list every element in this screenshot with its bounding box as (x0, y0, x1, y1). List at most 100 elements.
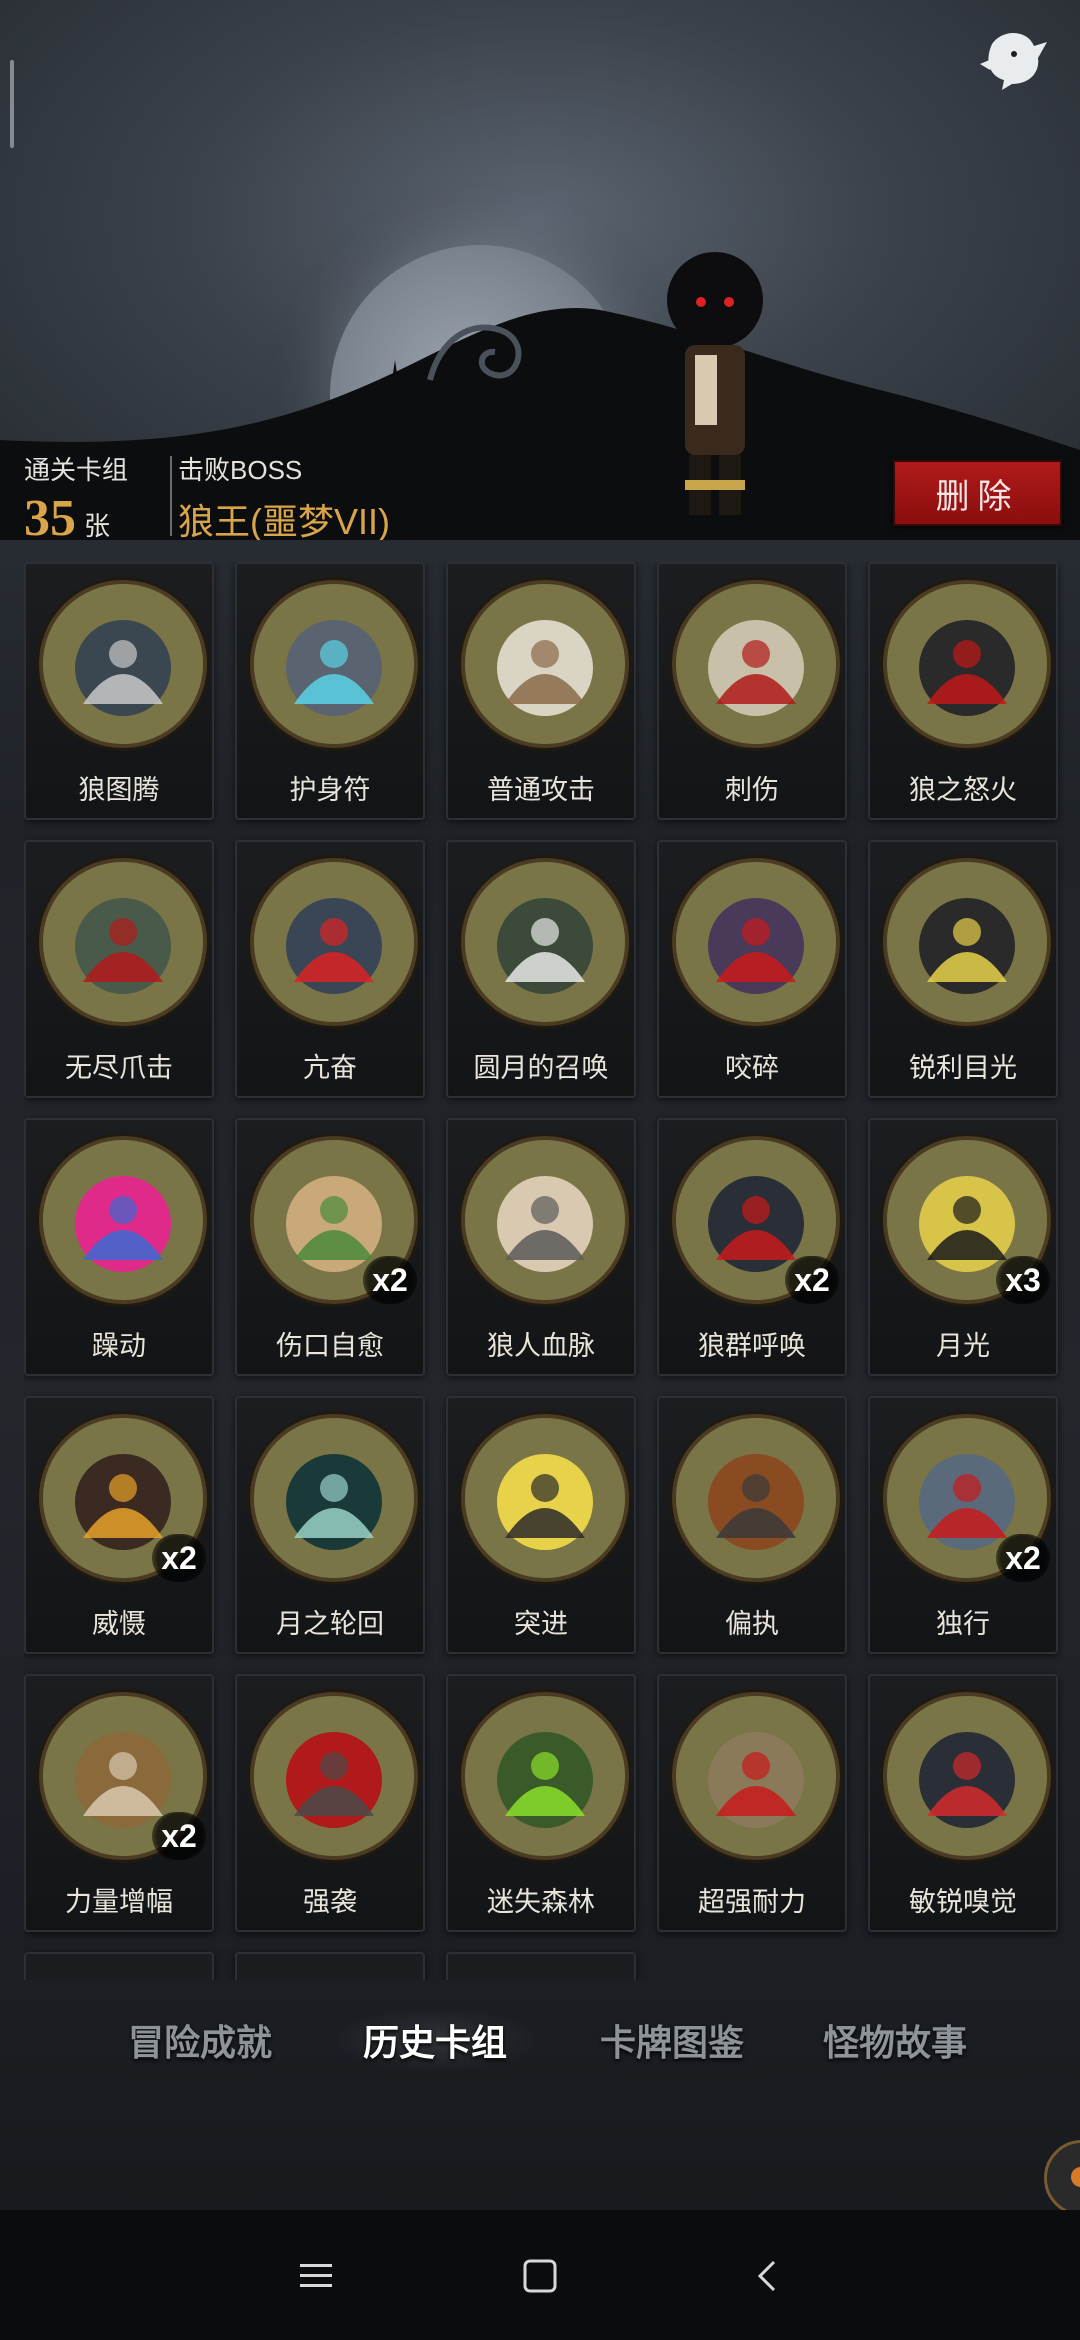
screen: 通关卡组 35 张 击败BOSS 狼王(噩梦VII) 删除 狼图腾 护身符 普通攻击… (0, 0, 1080, 2340)
card-art (672, 580, 840, 748)
card-name: 迷失森林 (487, 1887, 595, 1917)
card-item[interactable]: 迷失森林 (446, 1674, 636, 1932)
card-name: 力量增幅 (65, 1887, 173, 1917)
card-item[interactable]: 普通攻击 (446, 562, 636, 820)
card-name: 敏锐嗅觉 (909, 1887, 1017, 1917)
card-name: 亢奋 (303, 1053, 357, 1083)
card-grid: 狼图腾 护身符 普通攻击 刺伤 狼之怒火无尽爪击 亢奋 圆月的召唤 咬碎 锐利目光躁动 x2 伤口自… (24, 562, 1064, 1980)
card-item[interactable]: 狼人血脉 (446, 1118, 636, 1376)
card-name: 月光 (936, 1331, 990, 1361)
card-art (672, 1692, 840, 1860)
card-name: 威慑 (92, 1609, 146, 1639)
card-item[interactable]: 护身符 (235, 562, 425, 820)
tab-adventure-achievements[interactable]: 冒险成就 (95, 2008, 305, 2072)
card-name: 偏执 (725, 1609, 779, 1639)
defeated-boss-label: 击败BOSS (178, 455, 303, 485)
card-item[interactable]: x2 伤口自愈 (235, 1118, 425, 1376)
card-item[interactable]: x2 威慑 (24, 1396, 214, 1654)
card-art (250, 858, 418, 1026)
card-art (39, 580, 207, 748)
card-name: 狼人血脉 (487, 1331, 595, 1361)
home-icon[interactable] (512, 2248, 568, 2304)
menu-icon[interactable] (288, 2248, 344, 2304)
card-art (250, 1414, 418, 1582)
card-name: 独行 (936, 1609, 990, 1639)
card-art (461, 1692, 629, 1860)
card-art (461, 1136, 629, 1304)
card-name: 狼群呼唤 (698, 1331, 806, 1361)
card-name: 狼图腾 (78, 775, 160, 805)
card-item[interactable]: x3 月光 (868, 1118, 1058, 1376)
defeated-boss-name: 狼王(噩梦VII) (178, 501, 390, 540)
card-multiplier-badge: x2 (152, 1534, 206, 1582)
card-art (883, 580, 1051, 748)
card-item[interactable]: 圆月的召唤 (446, 840, 636, 1098)
card-art (250, 580, 418, 748)
card-item[interactable]: 超强耐力 (657, 1674, 847, 1932)
card-name: 刺伤 (725, 775, 779, 805)
delete-button[interactable]: 删除 (893, 460, 1062, 526)
tab-card-codex[interactable]: 卡牌图鉴 (567, 2008, 777, 2072)
card-item-partial[interactable] (24, 1952, 214, 1980)
clear-deck-unit: 张 (84, 511, 111, 540)
card-name: 普通攻击 (487, 775, 595, 805)
card-multiplier-badge: x3 (996, 1256, 1050, 1304)
card-item[interactable]: x2 狼群呼唤 (657, 1118, 847, 1376)
card-item[interactable]: 咬碎 (657, 840, 847, 1098)
card-art (39, 1136, 207, 1304)
tab-bar: 冒险成就 历史卡组 卡牌图鉴 怪物故事 (0, 1990, 1080, 2090)
card-item[interactable]: 亢奋 (235, 840, 425, 1098)
card-name: 月之轮回 (276, 1609, 384, 1639)
card-multiplier-badge: x2 (152, 1812, 206, 1860)
card-name: 强袭 (303, 1887, 357, 1917)
system-nav-bar (0, 2210, 1080, 2340)
card-item[interactable]: x2 独行 (868, 1396, 1058, 1654)
card-name: 伤口自愈 (276, 1331, 384, 1361)
boss-scene: 通关卡组 35 张 击败BOSS 狼王(噩梦VII) 删除 (0, 0, 1080, 540)
card-item[interactable]: 锐利目光 (868, 840, 1058, 1098)
card-art (250, 1692, 418, 1860)
tab-history-deck[interactable]: 历史卡组 (330, 2008, 540, 2072)
card-multiplier-badge: x2 (785, 1256, 839, 1304)
card-art (883, 858, 1051, 1026)
card-item[interactable]: 躁动 (24, 1118, 214, 1376)
boss-stats: 击败BOSS 狼王(噩梦VII) (178, 450, 390, 540)
card-name: 突进 (514, 1609, 568, 1639)
card-multiplier-badge: x2 (363, 1256, 417, 1304)
card-art (461, 1414, 629, 1582)
card-art (461, 858, 629, 1026)
card-name: 护身符 (289, 775, 371, 805)
card-item[interactable]: 月之轮回 (235, 1396, 425, 1654)
back-icon[interactable] (740, 2248, 796, 2304)
card-art (672, 858, 840, 1026)
tab-monster-stories[interactable]: 怪物故事 (790, 2008, 1000, 2072)
clear-deck-count: 35 (24, 490, 76, 540)
deck-stats: 通关卡组 35 张 (24, 450, 128, 540)
card-item[interactable]: 敏锐嗅觉 (868, 1674, 1058, 1932)
clear-deck-label: 通关卡组 (24, 455, 129, 485)
card-item-partial[interactable] (446, 1952, 636, 1980)
card-multiplier-badge: x2 (996, 1534, 1050, 1582)
card-item[interactable]: 刺伤 (657, 562, 847, 820)
card-art (461, 580, 629, 748)
card-item[interactable]: 突进 (446, 1396, 636, 1654)
card-art (672, 1414, 840, 1582)
hero-character (645, 240, 785, 525)
scroll-indicator (10, 60, 14, 148)
card-item[interactable]: x2 力量增幅 (24, 1674, 214, 1932)
card-item[interactable]: 狼图腾 (24, 562, 214, 820)
card-item[interactable]: 强袭 (235, 1674, 425, 1932)
card-item[interactable]: 无尽爪击 (24, 840, 214, 1098)
ghost-icon[interactable] (972, 24, 1052, 94)
card-item[interactable]: 狼之怒火 (868, 562, 1058, 820)
card-name: 躁动 (92, 1331, 146, 1361)
card-name: 无尽爪击 (65, 1053, 173, 1083)
card-art (883, 1692, 1051, 1860)
side-button-dot (1071, 2167, 1080, 2187)
card-item[interactable]: 偏执 (657, 1396, 847, 1654)
side-floating-button[interactable] (1044, 2140, 1080, 2216)
card-item-partial[interactable] (235, 1952, 425, 1980)
card-name: 锐利目光 (909, 1053, 1017, 1083)
card-name: 超强耐力 (698, 1887, 806, 1917)
card-art (39, 858, 207, 1026)
